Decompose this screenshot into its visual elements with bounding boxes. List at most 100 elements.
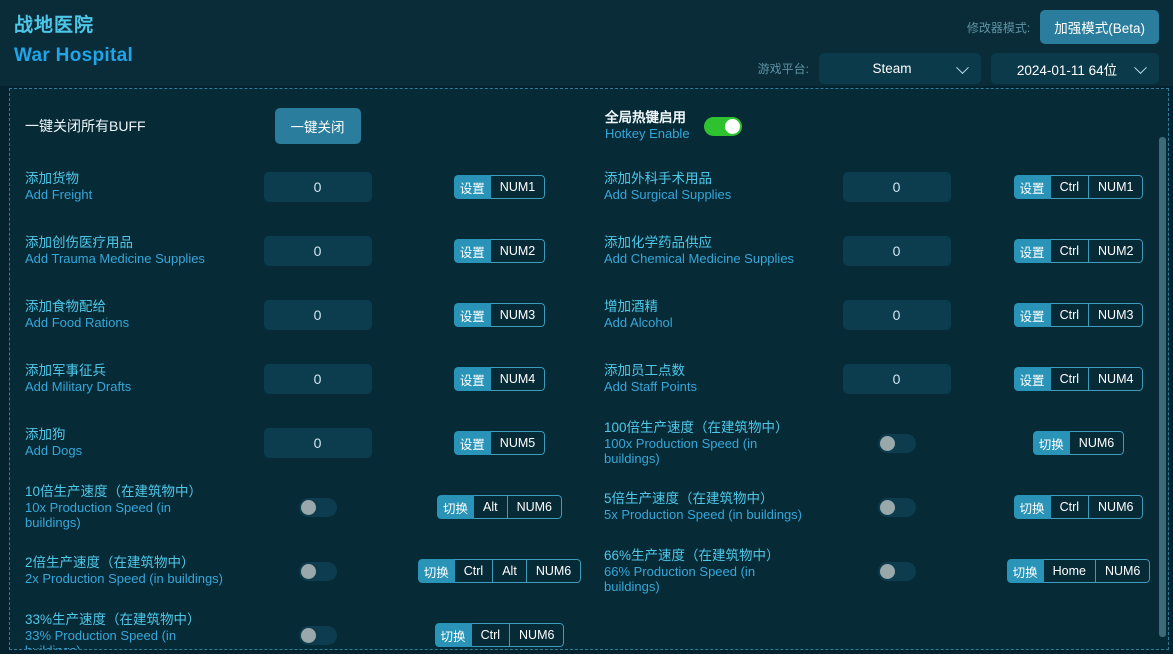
hotkey-binding[interactable]: 设置NUM2 [454,239,545,263]
hotkey-key: Ctrl [1051,496,1088,518]
hotkey-action-label: 切换 [1007,559,1044,583]
cheat-hotkey-cell: 设置CtrlNUM2 [989,239,1168,263]
cheat-label-cn: 10倍生产速度（在建筑物中） [25,484,225,500]
hotkey-binding[interactable]: 设置CtrlNUM3 [1014,303,1144,327]
panel-scrollbar-track[interactable] [1159,91,1166,647]
hotkey-binding[interactable]: 设置CtrlNUM2 [1014,239,1144,263]
cheat-value-input[interactable] [843,236,951,266]
options-columns: 添加货物Add Freight设置NUM1添加创伤医疗用品Add Trauma … [10,155,1168,650]
hotkey-binding[interactable]: 设置NUM4 [454,367,545,391]
cheat-toggle[interactable] [878,498,916,517]
panel-scrollbar-thumb[interactable] [1159,137,1166,637]
cheat-label-en: Add Chemical Medicine Supplies [604,251,804,266]
cheat-value-input[interactable] [264,364,372,394]
cheat-row: 添加货物Add Freight设置NUM1 [10,155,589,219]
hotkey-key: Ctrl [1051,368,1088,390]
cheat-panel: 一键关闭所有BUFF 一键关闭 全局热键启用 Hotkey Enable [9,88,1169,650]
hotkey-keys: CtrlNUM1 [1051,175,1144,199]
cheat-toggle[interactable] [299,626,337,645]
cheat-toggle[interactable] [299,498,337,517]
cheat-widget-cell [804,364,989,394]
hotkey-enable-label-en: Hotkey Enable [605,126,690,141]
cheat-value-input[interactable] [264,236,372,266]
toggle-knob [301,500,316,515]
hotkey-key: NUM5 [491,432,544,454]
cheat-label-cn: 33%生产速度（在建筑物中） [25,612,225,628]
toggle-knob [301,628,316,643]
hotkey-action-label: 切换 [418,559,455,583]
hotkey-action-label: 设置 [1014,367,1051,391]
toggle-knob [880,500,895,515]
hotkey-action-label: 设置 [454,367,491,391]
cheat-label-en: Add Alcohol [604,315,804,330]
cheat-toggle[interactable] [878,562,916,581]
hotkey-enable-label-cn: 全局热键启用 [605,110,690,126]
hotkey-key: Home [1044,560,1095,582]
hotkey-key: Ctrl [1051,240,1088,262]
hotkey-keys: NUM5 [491,431,545,455]
cheat-hotkey-cell: 设置NUM4 [410,367,589,391]
cheat-value-input[interactable] [264,428,372,458]
hotkey-key: NUM1 [491,176,544,198]
cheat-widget-cell [225,498,410,517]
cheat-widget-cell [804,300,989,330]
hotkey-binding[interactable]: 设置CtrlNUM4 [1014,367,1144,391]
cheat-value-input[interactable] [843,364,951,394]
hotkey-binding[interactable]: 切换CtrlNUM6 [435,623,565,647]
hotkey-binding[interactable]: 设置NUM5 [454,431,545,455]
cheat-toggle[interactable] [299,562,337,581]
cheat-hotkey-cell: 切换HomeNUM6 [989,559,1168,583]
hotkey-binding[interactable]: 切换NUM6 [1033,431,1124,455]
cheat-row: 添加员工点数Add Staff Points设置CtrlNUM4 [589,347,1168,411]
platform-dropdown[interactable]: Steam [819,53,981,84]
hotkey-enable-toggle[interactable] [704,117,742,136]
cheat-label-cell: 添加外科手术用品Add Surgical Supplies [589,171,804,202]
hotkey-binding[interactable]: 切换CtrlNUM6 [1014,495,1144,519]
hotkey-binding[interactable]: 切换CtrlAltNUM6 [418,559,581,583]
cheat-value-input[interactable] [843,300,951,330]
hotkey-keys: CtrlNUM4 [1051,367,1144,391]
cheat-label-cell: 33%生产速度（在建筑物中）33% Production Speed (in b… [10,612,225,650]
trainer-mode-button[interactable]: 加强模式(Beta) [1040,10,1159,44]
hotkey-binding[interactable]: 设置NUM3 [454,303,545,327]
hotkey-enable-wrap: 全局热键启用 Hotkey Enable [589,110,742,141]
hotkey-keys: NUM2 [491,239,545,263]
cheat-row: 增加酒精Add Alcohol设置CtrlNUM3 [589,283,1168,347]
disable-all-buffs-button[interactable]: 一键关闭 [275,108,361,144]
version-dropdown[interactable]: 2024-01-11 64位 [991,53,1159,84]
app-header: 战地医院 War Hospital 修改器模式: 加强模式(Beta) 游戏平台… [0,0,1173,86]
cheat-label-cn: 添加食物配给 [25,299,225,315]
hotkey-key: NUM6 [526,560,580,582]
trainer-mode-label: 修改器模式: [967,19,1030,36]
cheat-label-en: 5x Production Speed (in buildings) [604,507,804,522]
hotkey-binding[interactable]: 设置CtrlNUM1 [1014,175,1144,199]
hotkey-key: Ctrl [472,624,509,646]
cheat-widget-cell [225,626,410,645]
game-platform-row: 游戏平台: Steam 2024-01-11 64位 [758,53,1159,84]
right-column: 添加外科手术用品Add Surgical Supplies设置CtrlNUM1添… [589,155,1168,650]
cheat-value-input[interactable] [264,300,372,330]
hotkey-binding[interactable]: 切换AltNUM6 [437,495,562,519]
hotkey-key: NUM2 [1088,240,1142,262]
cheat-hotkey-cell: 切换CtrlNUM6 [410,623,589,647]
hotkey-binding[interactable]: 设置NUM1 [454,175,545,199]
cheat-label-cell: 10倍生产速度（在建筑物中）10x Production Speed (in b… [10,484,225,531]
cheat-value-input[interactable] [843,172,951,202]
hotkey-key: Ctrl [1051,304,1088,326]
cheat-label-cell: 5倍生产速度（在建筑物中）5x Production Speed (in bui… [589,491,804,522]
hotkey-key: NUM4 [1088,368,1142,390]
cheat-toggle[interactable] [878,434,916,453]
cheat-row: 100倍生产速度（在建筑物中）100x Production Speed (in… [589,411,1168,475]
hotkey-key: NUM6 [507,496,561,518]
disable-all-buffs-row: 一键关闭所有BUFF 一键关闭 [10,97,589,155]
hotkey-binding[interactable]: 切换HomeNUM6 [1007,559,1151,583]
cheat-widget-cell [804,172,989,202]
cheat-value-input[interactable] [264,172,372,202]
cheat-panel-scroll-area: 一键关闭所有BUFF 一键关闭 全局热键启用 Hotkey Enable [10,89,1168,649]
cheat-label-en: 33% Production Speed (in buildings) [25,628,225,650]
hotkey-key: Alt [492,560,526,582]
toggle-knob [880,564,895,579]
cheat-row: 添加军事征兵Add Military Drafts设置NUM4 [10,347,589,411]
top-row-columns: 一键关闭所有BUFF 一键关闭 全局热键启用 Hotkey Enable [10,97,1168,155]
hotkey-keys: CtrlAltNUM6 [455,559,581,583]
